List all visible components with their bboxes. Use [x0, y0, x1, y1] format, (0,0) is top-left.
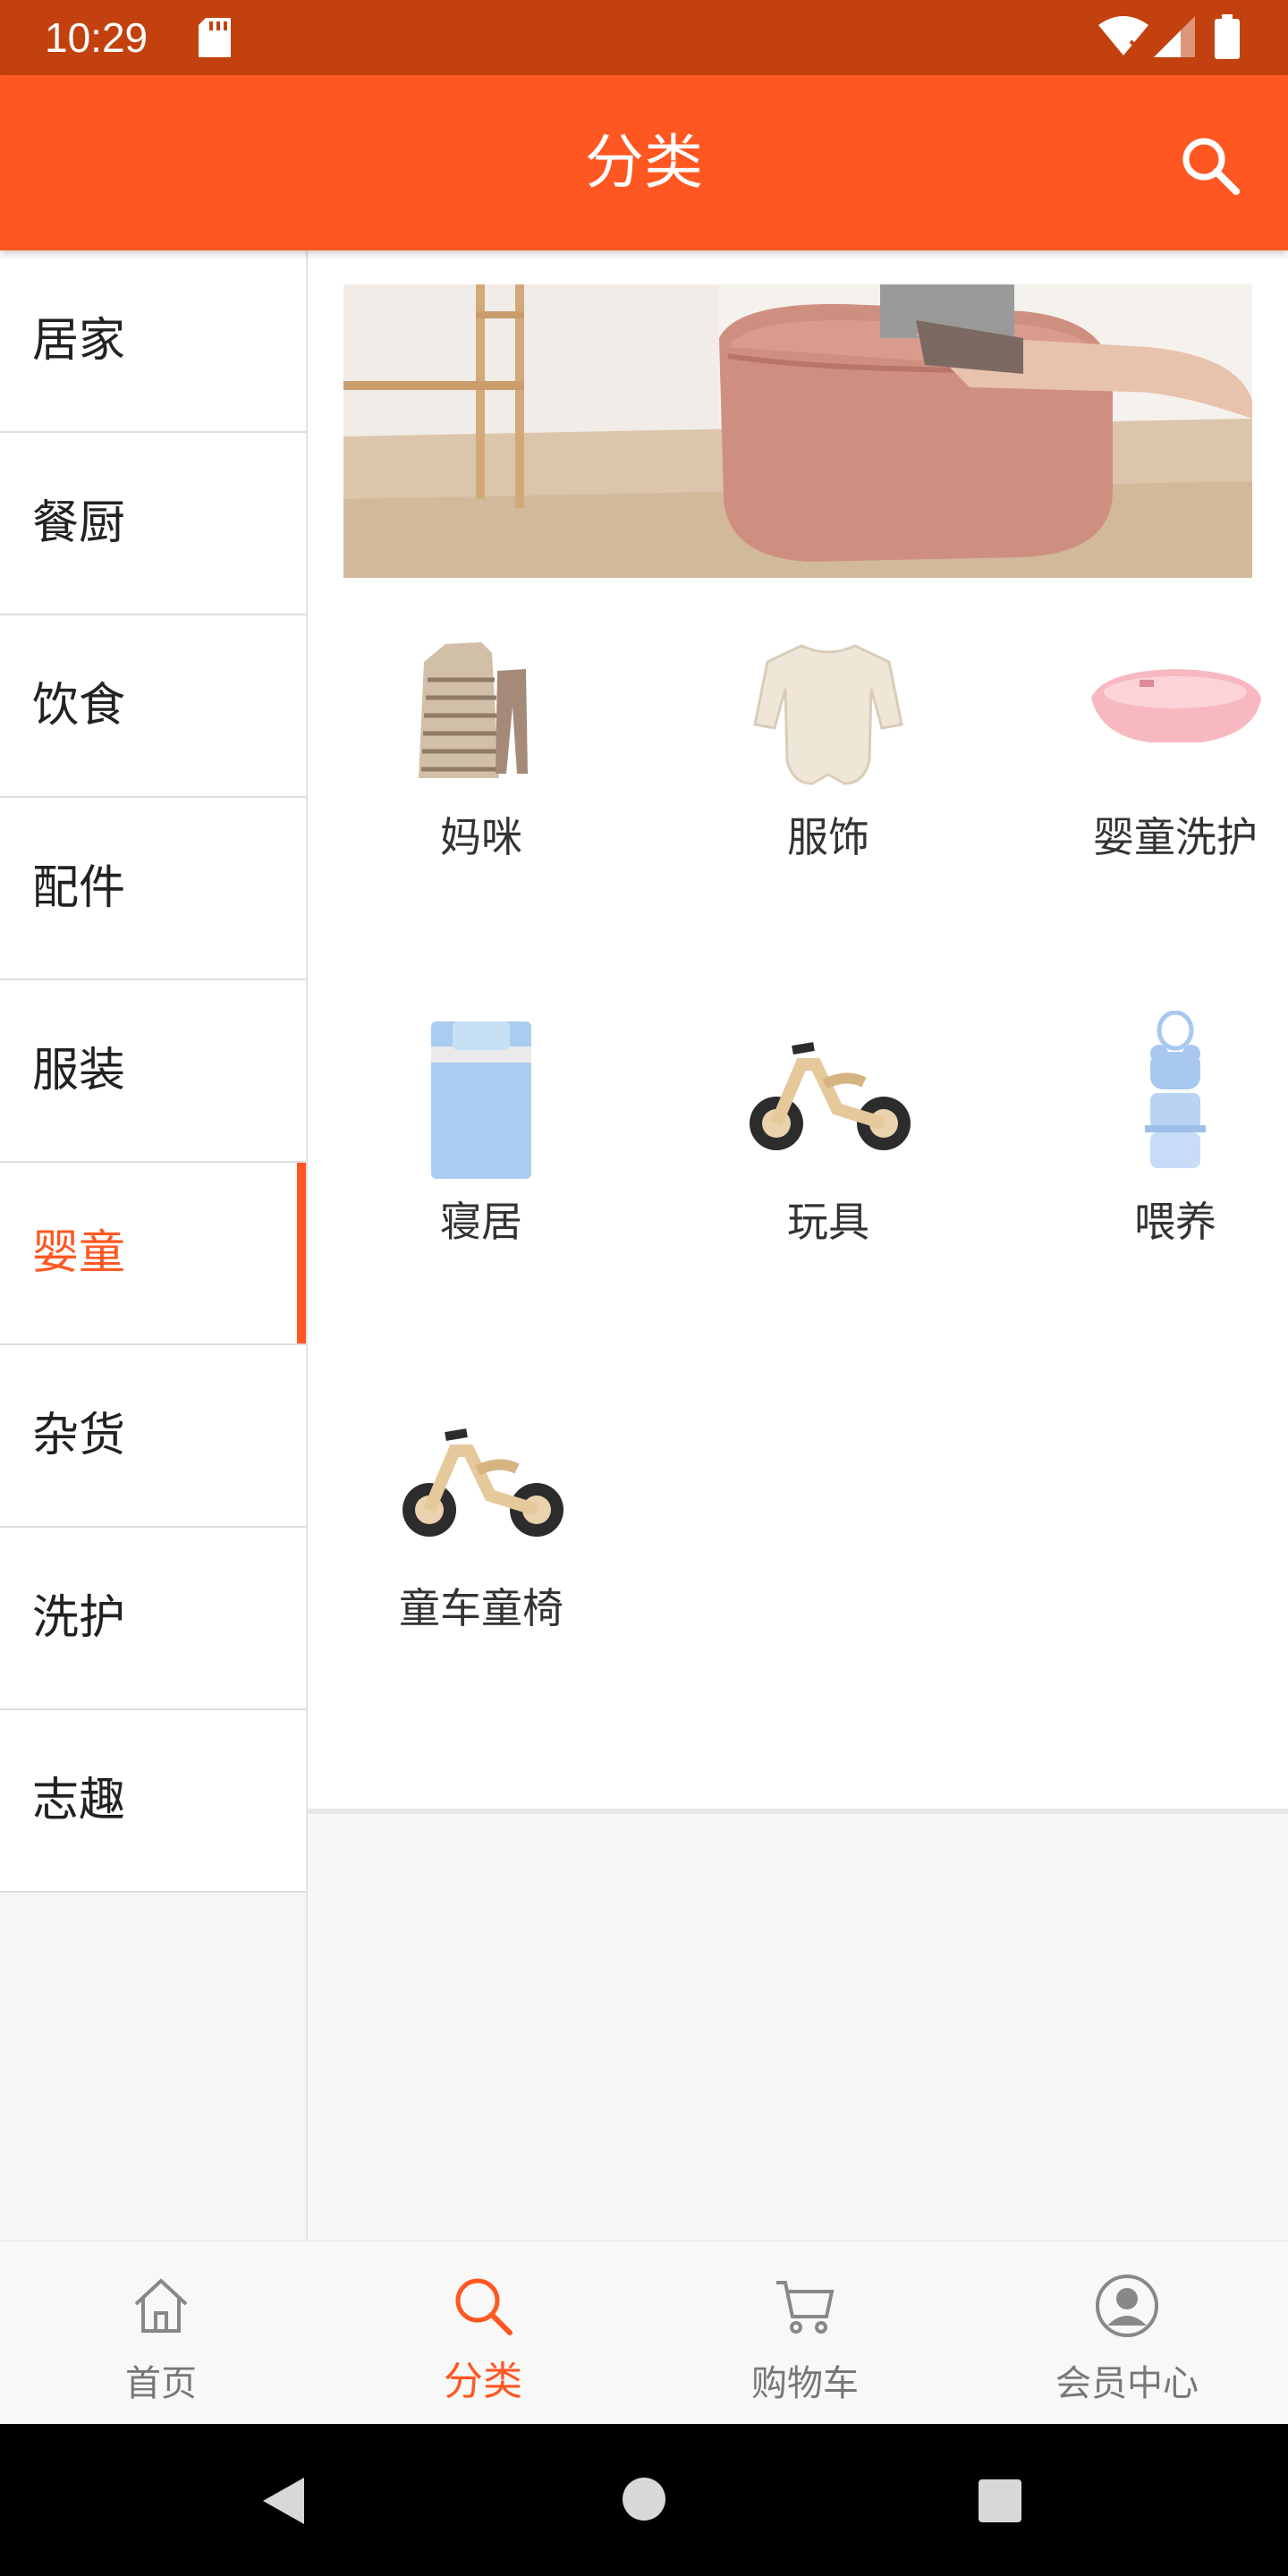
sidebar-item-label: 洗护: [32, 1591, 126, 1645]
sidebar-item-label: 配件: [32, 861, 126, 915]
cart-icon: [776, 2281, 835, 2334]
subcategory-label: 玩具: [787, 1198, 869, 1246]
formula-dispenser-icon: [1145, 1011, 1206, 1168]
sidebar-item-kitchen[interactable]: 餐厨: [0, 433, 306, 615]
sidebar-item-home[interactable]: 居家: [0, 250, 306, 433]
subcategory-panel: 妈咪 服饰 婴童洗护 寝居 玩具 喂养 童车童椅: [308, 250, 1288, 1814]
sidebar-item-accessories[interactable]: 配件: [0, 798, 306, 980]
subcategory-bedding[interactable]: 寝居: [308, 1011, 655, 1386]
subcategory-strollers[interactable]: 童车童椅: [308, 1397, 655, 1773]
sidebar-item-groceries[interactable]: 杂货: [0, 1345, 306, 1528]
category-content: 妈咪 服饰 婴童洗护 寝居 玩具 喂养 童车童椅: [308, 250, 1288, 2240]
system-nav-bar: [0, 2424, 1288, 2576]
app-bar: 分类: [0, 75, 1288, 250]
wifi-icon: [1098, 16, 1148, 55]
subcategory-baby-care[interactable]: 婴童洗护: [1002, 626, 1288, 1002]
signal-icon: [1154, 16, 1195, 57]
category-banner[interactable]: [343, 284, 1252, 578]
subcategory-toys[interactable]: 玩具: [655, 1011, 1002, 1386]
sd-card-icon: [199, 18, 231, 57]
subcategory-apparel[interactable]: 服饰: [655, 626, 1002, 1002]
baby-bathtub-icon: [1091, 669, 1261, 742]
recents-icon[interactable]: [977, 2478, 1023, 2524]
sidebar-item-care[interactable]: 洗护: [0, 1528, 306, 1710]
tab-home[interactable]: 首页: [0, 2241, 322, 2426]
tab-category[interactable]: 分类: [322, 2241, 644, 2426]
user-icon: [1096, 2275, 1158, 2337]
back-icon[interactable]: [258, 2474, 308, 2528]
subcategory-label: 服饰: [787, 813, 869, 861]
sidebar-item-label: 餐厨: [32, 496, 126, 550]
category-sidebar: 居家 餐厨 饮食 配件 服装 婴童 杂货 洗护 志趣: [0, 250, 308, 2240]
balance-bike-icon: [402, 1428, 564, 1537]
tab-member-center[interactable]: 会员中心: [966, 2241, 1288, 2426]
sidebar-item-label: 服装: [32, 1044, 126, 1097]
subcategory-label: 童车童椅: [399, 1584, 564, 1632]
sidebar-item-baby[interactable]: 婴童: [0, 1163, 306, 1345]
tab-cart[interactable]: 购物车: [644, 2241, 966, 2426]
sidebar-item-label: 志趣: [32, 1774, 126, 1827]
tab-label: 首页: [125, 2363, 197, 2404]
status-time: 10:29: [45, 14, 148, 61]
home-icon: [134, 2278, 188, 2333]
subcategory-label: 婴童洗护: [1093, 813, 1258, 861]
tab-label: 购物车: [751, 2363, 859, 2404]
search-icon[interactable]: [1179, 134, 1241, 197]
subcategory-feeding[interactable]: 喂养: [1002, 1011, 1288, 1386]
crib-bedding-icon: [431, 1021, 531, 1179]
sidebar-item-interests[interactable]: 志趣: [0, 1710, 306, 1893]
balance-bike-icon: [750, 1042, 911, 1150]
status-bar: 10:29: [0, 0, 1288, 75]
subcategory-label: 寝居: [440, 1198, 522, 1246]
subcategory-label: 喂养: [1134, 1198, 1216, 1246]
bottom-nav: 首页 分类 购物车 会员中心: [0, 2240, 1288, 2426]
battery-icon: [1215, 14, 1240, 59]
clothing-set-icon: [419, 642, 528, 778]
page-title: 分类: [585, 128, 703, 197]
sidebar-item-food[interactable]: 饮食: [0, 615, 306, 798]
sidebar-item-label: 杂货: [32, 1409, 126, 1462]
tab-label: 分类: [444, 2359, 522, 2404]
sidebar-item-apparel[interactable]: 服装: [0, 980, 306, 1163]
home-button-icon[interactable]: [621, 2476, 667, 2522]
banner-image: [343, 284, 1252, 578]
baby-bodysuit-icon: [753, 644, 903, 785]
tab-label: 会员中心: [1055, 2363, 1199, 2404]
search-icon: [455, 2278, 513, 2335]
active-indicator: [297, 1163, 306, 1343]
sidebar-item-label: 饮食: [32, 679, 126, 733]
sidebar-item-label: 婴童: [32, 1226, 126, 1280]
subcategory-label: 妈咪: [440, 813, 522, 861]
sidebar-item-label: 居家: [32, 314, 126, 368]
subcategory-mommy[interactable]: 妈咪: [308, 626, 655, 1002]
